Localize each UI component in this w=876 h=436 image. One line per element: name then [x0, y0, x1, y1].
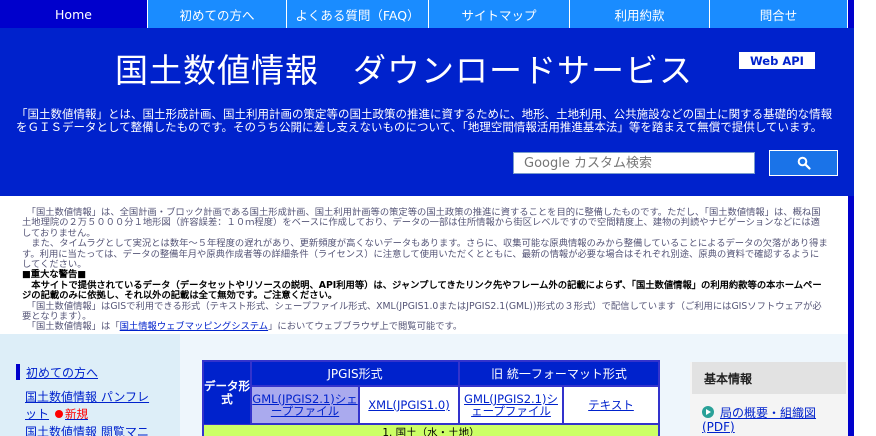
basic-info-box: 基本情報 局の概要・組織図 (PDF) [690, 362, 848, 436]
content-area: 初めての方へ 国土数値情報 パンフレ ット 新規 国土数値情報 閲覧マニ データ形… [0, 334, 848, 436]
nav-sitemap[interactable]: サイトマップ [429, 0, 570, 28]
nav-terms[interactable]: 利用約款 [570, 0, 710, 28]
notice-paragraph: また、タイムラグとして実況とは数年〜５年程度の遅れがあり、更新頻度が高くないデー… [22, 238, 828, 271]
new-dot-icon [55, 410, 64, 418]
notice-text-fragment: 」においてウェブブラウザ上で閲覧可能です。 [268, 321, 463, 333]
org-overview-pdf-link[interactable]: (PDF) [702, 420, 735, 434]
search-input[interactable] [513, 152, 755, 174]
format-text[interactable]: テキスト [564, 387, 658, 423]
format-gml-legacy-shp[interactable]: GML(JPGIS2.1)シェープファイル [460, 387, 562, 423]
new-badge: 新規 [65, 407, 89, 421]
arrow-right-icon [702, 406, 714, 418]
sidebar-link-text: ット [25, 407, 50, 421]
page-title: 国土数値情報 ダウンロードサービス [115, 51, 693, 90]
web-mapping-link[interactable]: 国土情報ウェブマッピングシステム [120, 321, 268, 332]
legacy-group-header: 旧 統一フォーマット形式 [460, 362, 658, 385]
sidebar-item-pamphlet[interactable]: 国土数値情報 パンフレ [25, 388, 149, 405]
jpgis-group-header: JPGIS形式 [252, 362, 458, 385]
nav-contact[interactable]: 問合せ [710, 0, 848, 28]
nav-first-time[interactable]: 初めての方へ [148, 0, 287, 28]
nav-faq[interactable]: よくある質問（FAQ） [287, 0, 429, 28]
header-banner: 国土数値情報 ダウンロードサービス Web API 「国土数値情報」とは、国土形… [0, 28, 854, 196]
notice-paragraph: 「国土数値情報」はGISで利用できる形式（テキスト形式、シェープファイル形式、X… [22, 300, 822, 323]
web-api-button[interactable]: Web API [739, 52, 815, 69]
notice-paragraph: 「国土数値情報」は、全国計画・ブロック計画である国土形成計画、国土利用計画等の策… [22, 207, 821, 239]
basic-info-heading: 基本情報 [692, 362, 846, 394]
left-sidebar: 初めての方へ 国土数値情報 パンフレ ット 新規 国土数値情報 閲覧マニ [0, 334, 180, 436]
notice-section: 「国土数値情報」は、全国計画・ブロック計画である国土形成計画、国土利用計画等の策… [0, 196, 848, 334]
warning-text: 本サイトで提供されているデータ（データセットやリソースの説明、API利用等）は、… [22, 279, 822, 302]
sidebar-item-pamphlet-cont[interactable]: ット 新規 [25, 405, 88, 422]
search-button[interactable] [769, 150, 838, 176]
intro-text: 「国土数値情報」とは、国土形成計画、国土利用計画の策定等の国土政策の推進に資する… [16, 107, 833, 134]
data-type-header: データ形式 [204, 362, 250, 424]
org-overview-link[interactable]: 局の概要・組織図 [720, 404, 816, 421]
notice-text-fragment: 「国土数値情報」は「 [22, 321, 120, 333]
nav-home[interactable]: Home [0, 0, 148, 28]
category-row[interactable]: 1. 国土（水・土地） [204, 425, 658, 436]
sidebar-item-manual[interactable]: 国土数値情報 閲覧マニ [25, 423, 149, 436]
notice-paragraph: 「国土数値情報」は「国土情報ウェブマッピングシステム」においてウェブブラウザ上で… [22, 322, 828, 332]
search-icon [797, 156, 811, 170]
notice-text: 「国土数値情報」は、全国計画・ブロック計画である国土形成計画、国土利用計画等の策… [22, 207, 828, 333]
top-nav: Home 初めての方へ よくある質問（FAQ） サイトマップ 利用約款 問合せ [0, 0, 848, 28]
sidebar-item-first-time[interactable]: 初めての方へ [16, 364, 98, 380]
format-table: データ形式 JPGIS形式 旧 統一フォーマット形式 GML(JPGIS2.1)… [202, 360, 660, 436]
format-gml-jpgis21-shp[interactable]: GML(JPGIS2.1)シェープファイル [252, 387, 358, 423]
format-xml-jpgis10[interactable]: XML(JPGIS1.0) [360, 387, 458, 423]
